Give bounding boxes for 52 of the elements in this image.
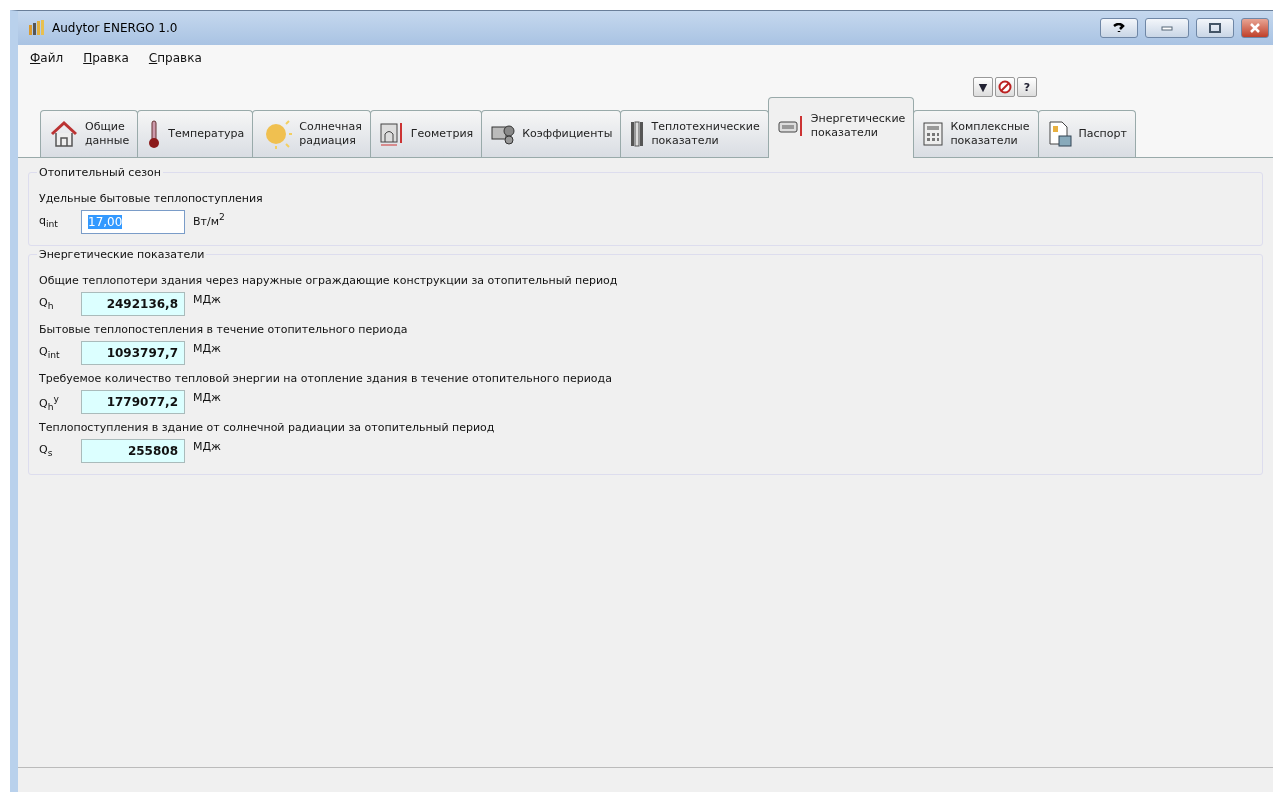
house-icon	[49, 120, 79, 148]
menu-item[interactable]: Справка	[148, 51, 202, 65]
field-caption: Общие теплопотери здания через наружные ограждающие конструкции за отопительный период	[39, 274, 619, 287]
tab[interactable]: Температура	[137, 110, 254, 157]
close-icon	[1249, 23, 1261, 33]
tab[interactable]: Геометрия	[369, 110, 483, 157]
value-field: 1093797,7	[81, 341, 185, 365]
radiator-icon	[776, 114, 805, 138]
app-logo-icon	[28, 20, 46, 36]
tab[interactable]: Комплексные показатели	[913, 110, 1039, 157]
unit-label: МДж	[193, 293, 221, 306]
frame-icon	[378, 121, 405, 147]
symbol-label: Q$_{int}$	[39, 345, 61, 361]
menu-item[interactable]: Правка	[83, 51, 129, 65]
value-field: 1779077,2	[81, 390, 185, 414]
tab[interactable]: Солнечная радиация	[252, 110, 371, 157]
dropdown-button[interactable]: ▼	[973, 77, 993, 97]
document-icon	[1046, 120, 1073, 148]
tab[interactable]: Коэффициенты	[481, 110, 622, 157]
field-caption: Бытовые теплопостепления в течение отопительного периода	[39, 323, 409, 336]
window-title: Audytor ENERGO 1.0	[52, 21, 179, 35]
maximize-icon	[1209, 23, 1221, 33]
minimize-button[interactable]	[1145, 18, 1189, 38]
field-caption: Удельные бытовые теплопоступления	[39, 192, 264, 205]
value-field: 2492136,8	[81, 292, 185, 316]
minimize-icon	[1161, 25, 1173, 31]
menu-item[interactable]: Файл	[30, 51, 64, 65]
tab[interactable]: Энергетические показатели	[767, 97, 915, 158]
group-title: Энергетические показатели	[37, 248, 207, 261]
symbol-label: q$_{int}$	[39, 214, 59, 230]
question-mark-icon	[1111, 23, 1127, 33]
tab[interactable]: Общие данные	[40, 110, 139, 157]
help-button[interactable]	[1100, 18, 1138, 38]
close-button[interactable]	[1241, 18, 1269, 38]
value-field: 255808	[81, 439, 185, 463]
symbol-label: Q$_{h}$	[39, 296, 55, 312]
maximize-button[interactable]	[1196, 18, 1234, 38]
unit-label: Вт/м$^{2}$	[193, 211, 225, 228]
unit-label: МДж	[193, 391, 221, 404]
calculator-icon	[922, 121, 945, 147]
tab[interactable]: Паспорт	[1037, 110, 1136, 157]
unit-label: МДж	[193, 440, 221, 453]
group-title: Отопительный сезон	[37, 166, 163, 179]
stop-button[interactable]	[995, 77, 1015, 97]
unit-label: МДж	[193, 342, 221, 355]
field-caption: Требуемое количество тепловой энергии на отопление здания в течение отопительного периода	[39, 372, 613, 385]
field-caption: Теплопоступления в здание от солнечной радиации за отопительный период	[39, 421, 496, 434]
no-entry-icon	[998, 80, 1012, 94]
tab[interactable]: Теплотехнические показатели	[620, 110, 769, 157]
help-button[interactable]: ?	[1017, 77, 1037, 97]
symbol-label: Q$_{s}$	[39, 443, 54, 459]
wall-layers-icon	[629, 120, 646, 148]
